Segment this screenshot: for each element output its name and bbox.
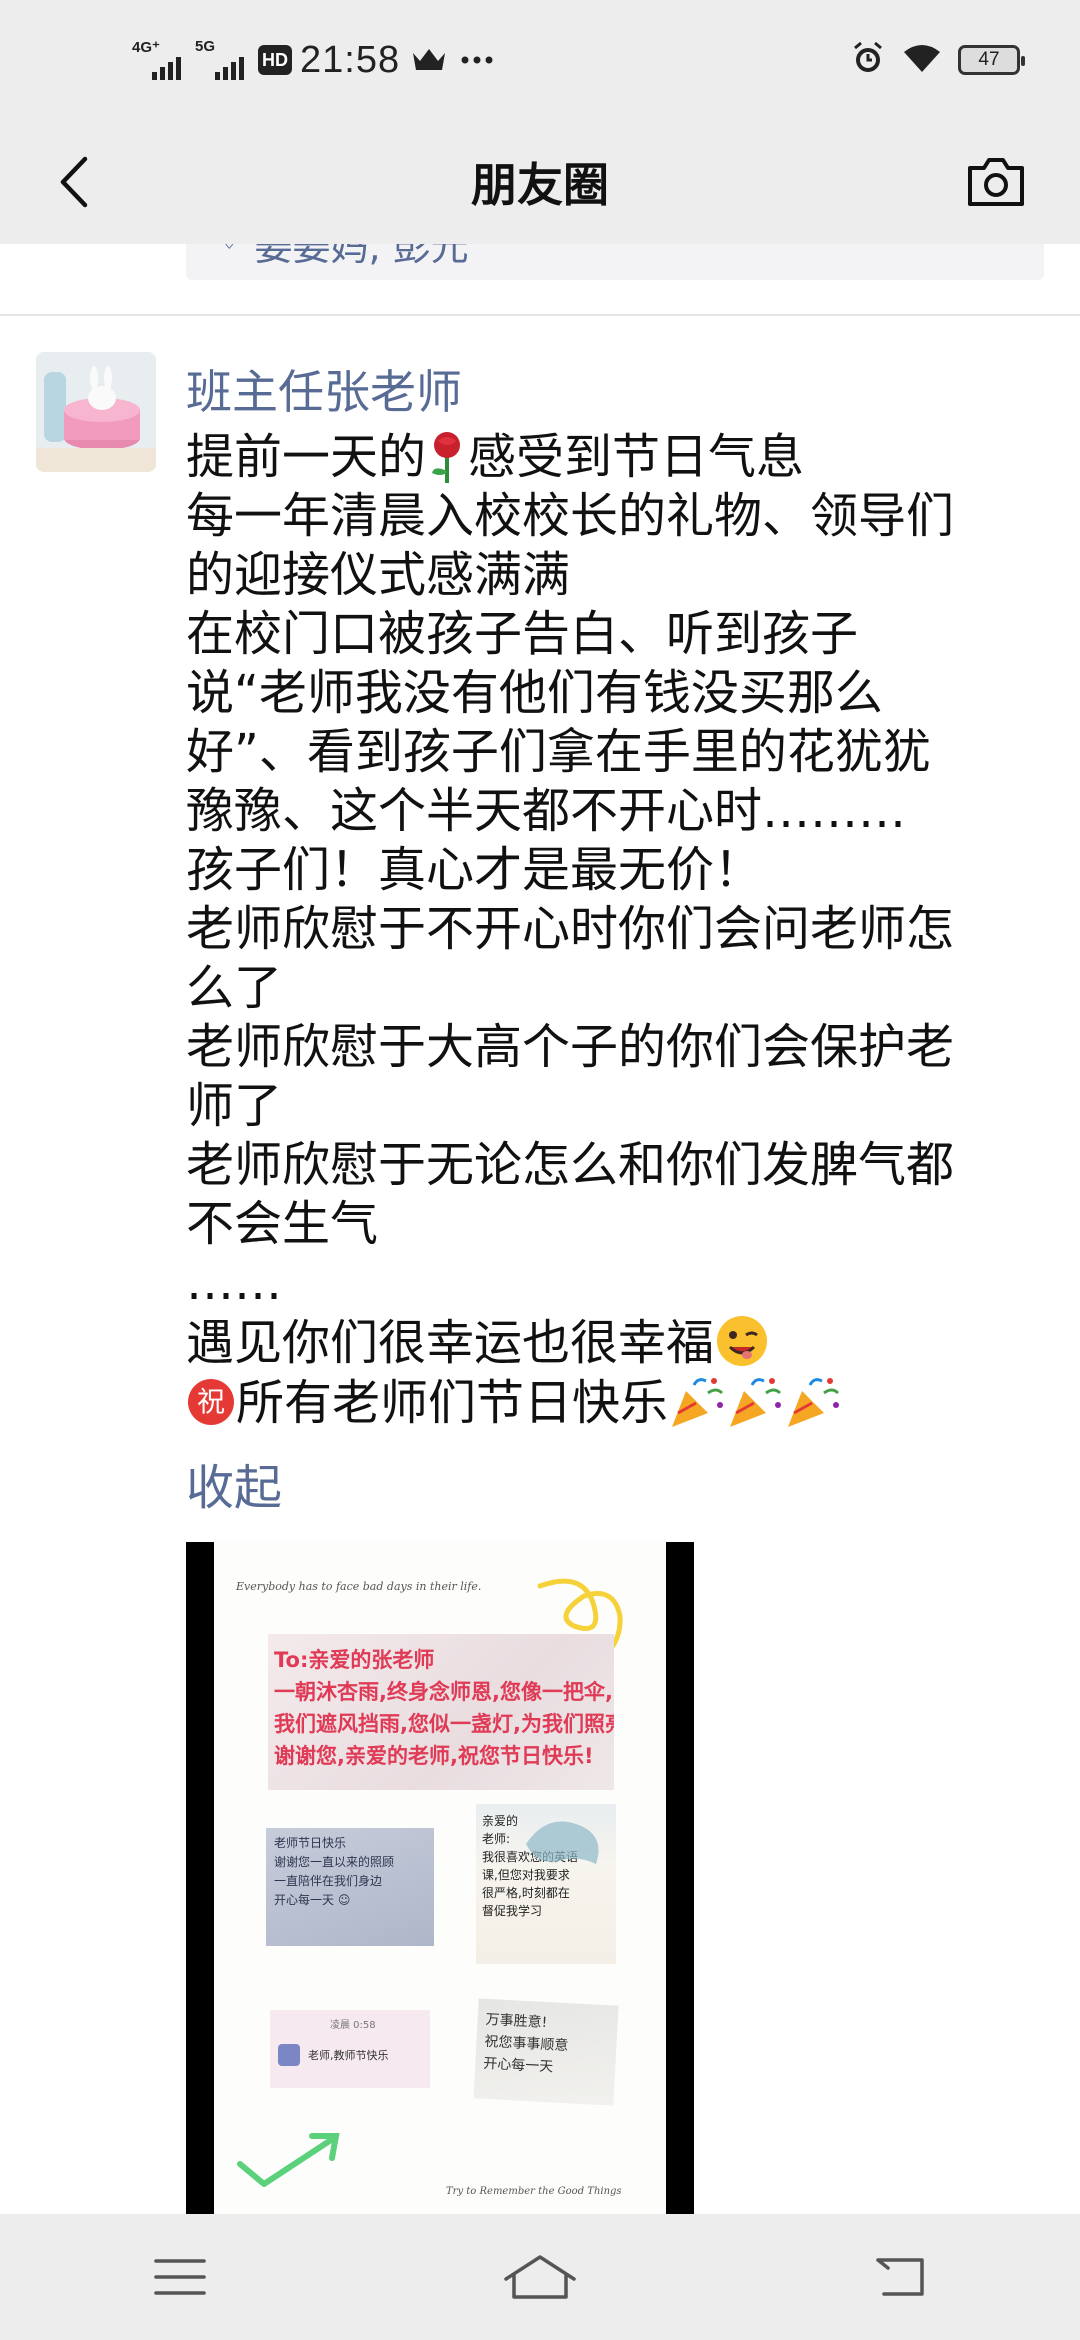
content-line: 遇见你们很幸运也很幸福 <box>186 1313 1016 1373</box>
sim1-label: 4G⁺ <box>132 39 160 56</box>
battery-level: 47 <box>978 49 1000 70</box>
wifi-icon <box>902 42 942 79</box>
chat-screenshot: 凌晨 0:58 老师,教师节快乐 <box>270 2010 430 2088</box>
menu-button[interactable] <box>120 2232 240 2322</box>
sim1-signal: 4G⁺ <box>132 39 181 80</box>
camera-button[interactable] <box>956 144 1036 220</box>
sim2-label: 5G <box>195 38 216 55</box>
content-line: 老师欣慰于不开心时你们会问老师怎 <box>186 901 955 957</box>
greeting-card-pink: To:亲爱的张老师 一朝沐杏雨,终身念师恩,您像一把伞, 我们遮风挡雨,您似一盏… <box>268 1634 614 1790</box>
content-line: 不会生气 <box>186 1196 379 1252</box>
party-popper-emoji <box>788 1378 840 1427</box>
back-button[interactable] <box>38 146 110 218</box>
image-collage: Everybody has to face bad days in their … <box>214 1542 666 2214</box>
greeting-card-note: 亲爱的 老师: 我很喜欢您的英语 课,但您对我要求 很严格,时刻都在 督促我学习 <box>476 1804 616 1964</box>
content-line: 每一年清晨入校校长的礼物、领导们 <box>186 488 955 544</box>
content-line: 提前一天的 感受到节日气息 <box>186 429 805 485</box>
collage-caption-bottom: Try to Remember the Good Things <box>446 2186 622 2197</box>
content-line: 的迎接仪式感满满 <box>186 547 571 603</box>
svg-text:祝: 祝 <box>197 1385 225 1418</box>
chevron-left-icon <box>60 156 88 208</box>
page-title: 朋友圈 <box>471 158 609 212</box>
home-icon <box>504 2255 576 2299</box>
post-author-name[interactable]: 班主任张老师 <box>186 356 462 422</box>
wechat-moments-screen: 4G⁺ 5G HD 21:58 47 朋友圈 姜姜妈, 彭元 班主任张老师 提前… <box>0 0 1080 2340</box>
collapse-link[interactable]: 收起 <box>186 1448 282 1518</box>
party-popper-emoji <box>672 1378 724 1427</box>
post-image[interactable]: Everybody has to face bad days in their … <box>186 1542 694 2214</box>
content-line: 在校门口被孩子告白、听到孩子 <box>186 606 859 662</box>
content-line: 师了 <box>186 1078 283 1134</box>
content-line: 么了 <box>186 960 283 1016</box>
camera-icon <box>968 158 1024 206</box>
crown-icon <box>410 45 448 75</box>
party-popper-emoji <box>730 1378 782 1427</box>
post-content: 提前一天的 感受到节日气息 每一年清晨入校校长的礼物、领导们 的迎接仪式感满满 在… <box>186 428 1016 1433</box>
author-avatar[interactable] <box>36 352 156 472</box>
post-divider <box>0 314 1080 316</box>
content-line: 老师欣慰于大高个子的你们会保护老 <box>186 1019 955 1075</box>
status-bar: 4G⁺ 5G HD 21:58 47 <box>0 0 1080 120</box>
content-line: 祝所有老师们节日快乐 <box>186 1373 1016 1433</box>
alarm-icon <box>850 40 886 81</box>
menu-icon <box>154 2259 206 2295</box>
content-line: 老师欣慰于无论怎么和你们发脾气都 <box>186 1137 955 1193</box>
content-line: 豫豫、这个半天都不开心时……… <box>186 783 907 839</box>
greeting-card-blue: 老师节日快乐 谢谢您一直以来的照顾 一直陪伴在我们身边 开心每一天 ☺ <box>266 1828 434 1946</box>
wink-emoji <box>717 1316 768 1366</box>
chat-time: 凌晨 0:58 <box>330 2020 376 2031</box>
zhu-emoji: 祝 <box>188 1379 234 1425</box>
nav-back-button[interactable] <box>840 2232 960 2322</box>
content-line: 孩子们！真心才是最无价！ <box>186 842 763 898</box>
battery-icon: 47 <box>958 45 1025 75</box>
back-icon <box>876 2258 924 2296</box>
ink-splash-decoration <box>526 1821 599 1864</box>
bunny-cake-avatar <box>36 352 156 472</box>
system-nav-bar <box>0 2214 1080 2340</box>
more-dots-icon <box>460 55 494 65</box>
status-time: 21:58 <box>300 38 401 81</box>
content-line: 好”、看到孩子们拿在手里的花犹犹 <box>186 724 931 780</box>
chat-message: 老师,教师节快乐 <box>308 2049 389 2062</box>
hd-voice-icon: HD <box>258 45 292 75</box>
greeting-card-sticky: 万事胜意! 祝您事事顺意 开心每一天 <box>473 1998 619 2106</box>
content-line: 说“老师我没有他们有钱没买那么 <box>186 665 883 721</box>
content-line: …… <box>186 1255 282 1311</box>
home-button[interactable] <box>480 2232 600 2322</box>
chat-avatar <box>278 2044 300 2066</box>
sim2-signal: 5G <box>195 38 244 80</box>
header-bar: 朋友圈 <box>0 120 1080 244</box>
collage-caption-top: Everybody has to face bad days in their … <box>236 1580 482 1593</box>
rose-emoji <box>432 432 461 483</box>
green-arrow-doodle <box>237 2133 340 2187</box>
